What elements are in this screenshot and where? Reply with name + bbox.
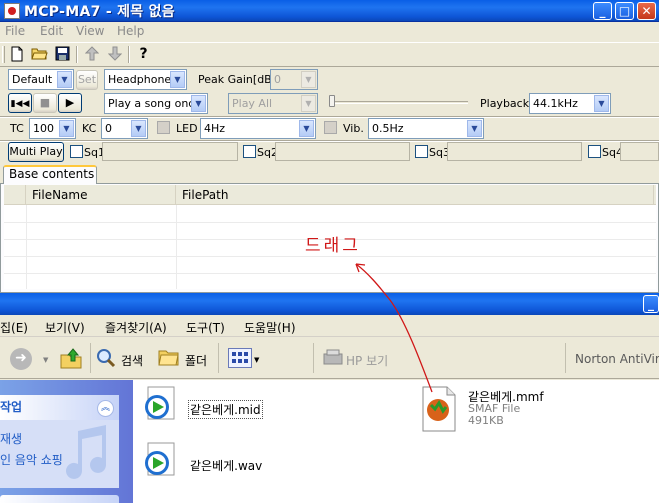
drag-annotation-label: 드래그 [305, 236, 361, 256]
